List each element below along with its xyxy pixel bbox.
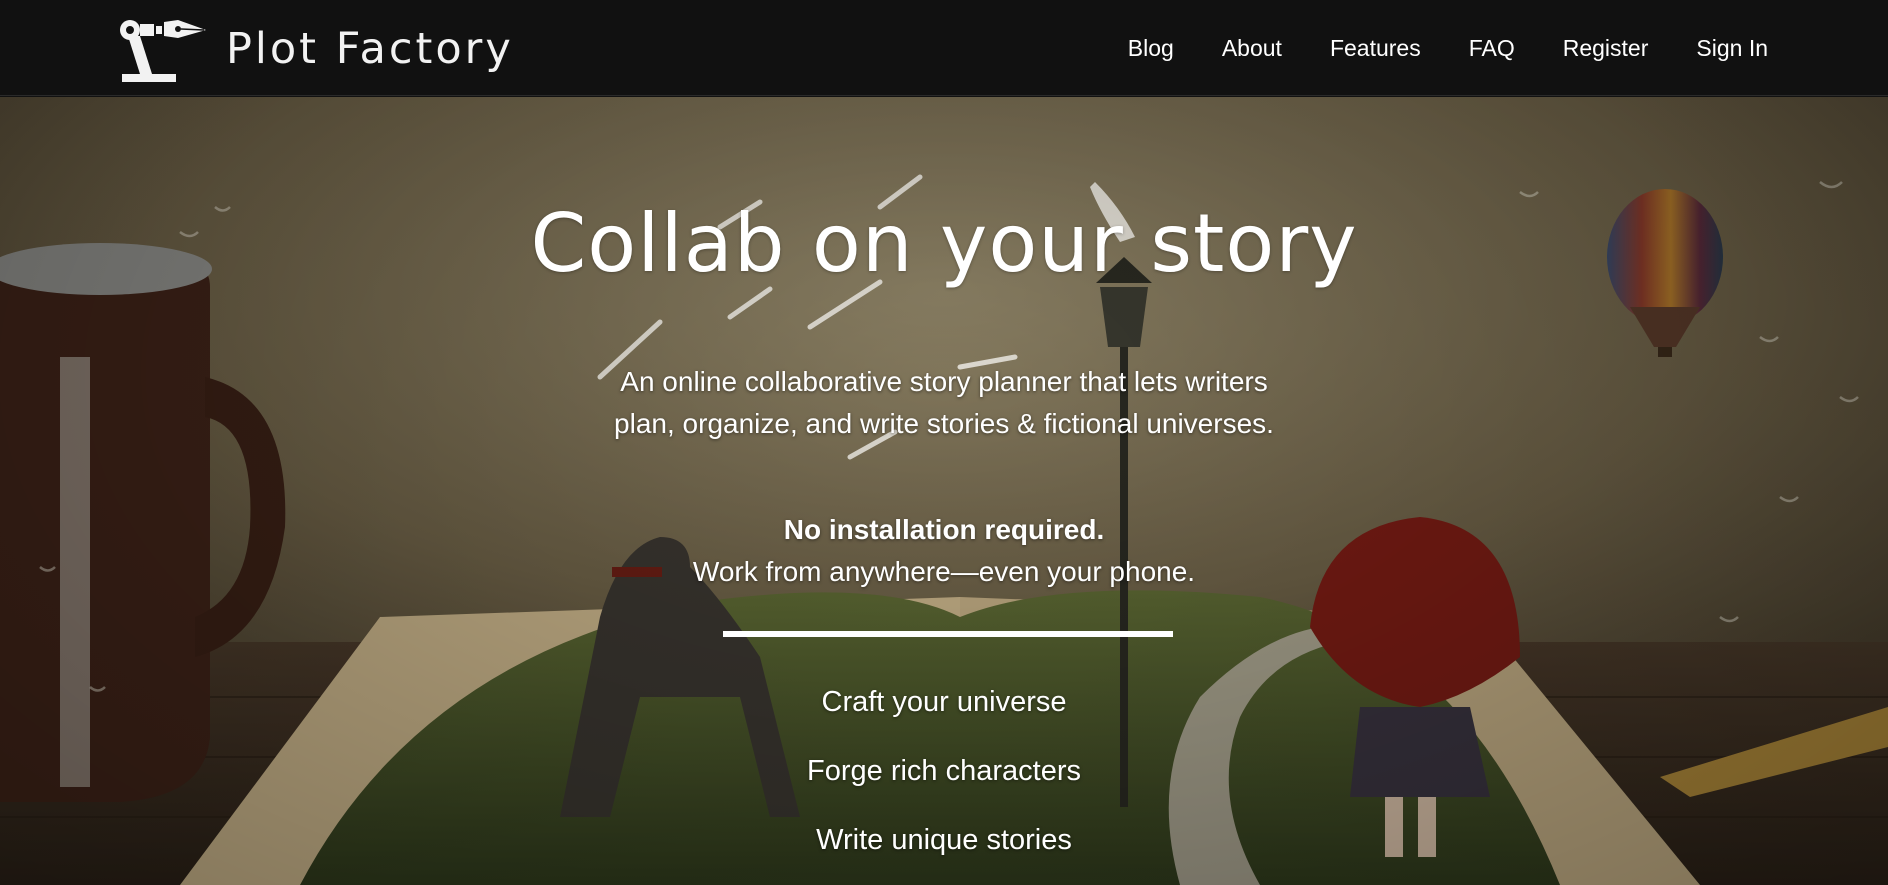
hero-divider — [723, 631, 1173, 637]
hero-title: Collab on your story — [530, 197, 1358, 290]
nav-link-register[interactable]: Register — [1563, 35, 1649, 62]
top-navbar: Plot Factory Blog About Features FAQ Reg… — [0, 0, 1888, 96]
brand-link[interactable]: Plot Factory — [118, 16, 514, 82]
nav-link-about[interactable]: About — [1222, 35, 1282, 62]
hero-section: Collab on your story An online collabora… — [0, 97, 1888, 885]
hero-description: An online collaborative story planner th… — [614, 366, 1274, 439]
feature-forge-characters: Forge rich characters — [807, 755, 1081, 787]
hero-work-anywhere: Work from anywhere—even your phone. — [692, 556, 1196, 587]
hero-no-install: No installation required. — [783, 514, 1105, 545]
nav-link-features[interactable]: Features — [1330, 35, 1421, 62]
nav-link-sign-in[interactable]: Sign In — [1696, 35, 1768, 62]
nav-links: Blog About Features FAQ Register Sign In — [1080, 0, 1768, 96]
nav-link-blog[interactable]: Blog — [1128, 35, 1174, 62]
robot-arm-pen-icon — [120, 20, 206, 82]
nav-link-faq[interactable]: FAQ — [1469, 35, 1515, 62]
brand-name: Plot Factory — [226, 24, 514, 74]
feature-craft-universe: Craft your universe — [821, 686, 1067, 718]
feature-write-stories: Write unique stories — [816, 824, 1072, 856]
